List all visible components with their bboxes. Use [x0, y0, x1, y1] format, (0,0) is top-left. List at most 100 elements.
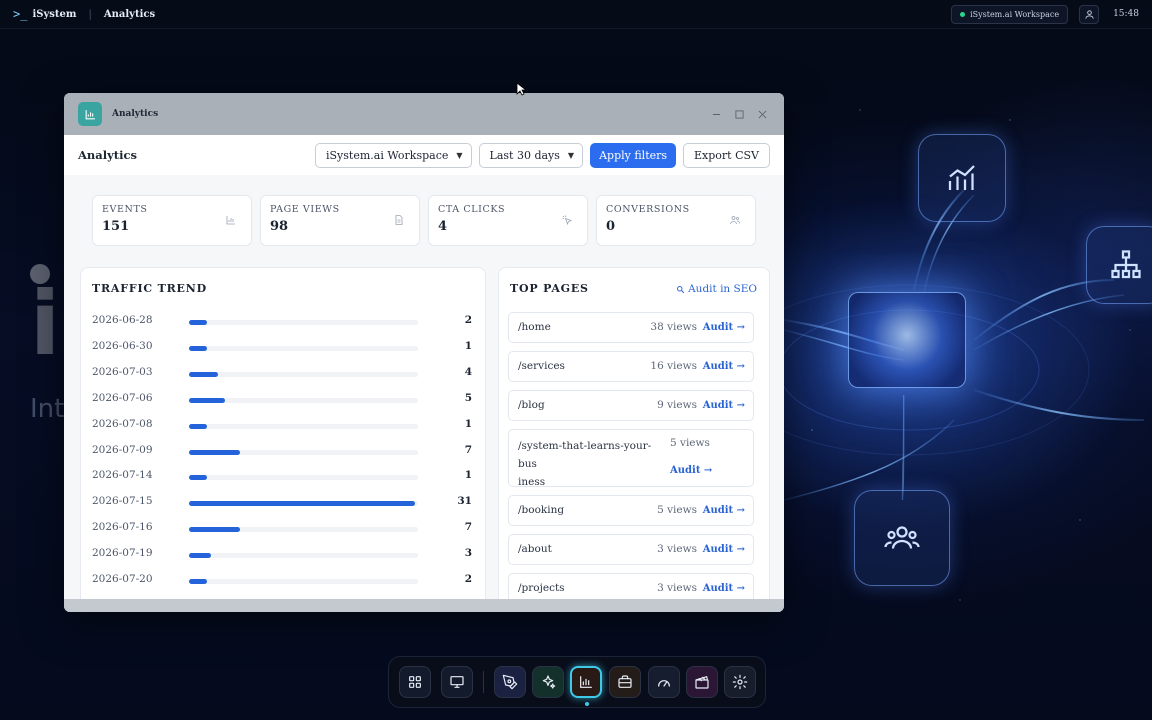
page-views: 3 views	[657, 543, 697, 555]
minimize-icon	[712, 113, 721, 115]
audit-page-link[interactable]: Audit →	[703, 322, 745, 333]
trend-bar-track	[189, 579, 418, 584]
terminal-prompt-icon: >_	[13, 7, 28, 21]
pointer-click-icon	[562, 215, 573, 226]
trend-date: 2026-07-19	[92, 547, 153, 560]
trend-date: 2026-07-16	[92, 521, 153, 534]
breadcrumb-current[interactable]: Analytics	[104, 9, 155, 20]
audit-page-link[interactable]: Audit →	[703, 505, 745, 516]
trend-value: 2	[464, 314, 472, 326]
toolbar-actions: iSystem.ai Workspace ▼ Last 30 days ▼ Ap…	[315, 142, 770, 168]
top-page-row[interactable]: /booking 5 views Audit →	[508, 495, 754, 526]
trend-value: 3	[464, 547, 472, 560]
close-icon	[758, 110, 767, 118]
trend-date: 2026-07-20	[92, 573, 153, 585]
users-icon	[730, 216, 740, 225]
audit-page-link[interactable]: Audit →	[703, 544, 745, 555]
page-path: /projects	[518, 582, 565, 594]
apply-filters-button[interactable]: Apply filters	[590, 142, 677, 168]
dock-button-pen-tool[interactable]	[494, 666, 526, 698]
audit-page-link[interactable]: Audit →	[703, 361, 745, 372]
workspace-chip[interactable]: iSystem.ai Workspace	[951, 4, 1069, 24]
date-range-select[interactable]: Last 30 days ▼	[478, 142, 584, 168]
trend-value: 1	[464, 339, 472, 352]
page-path: /system-that-learns-your-bus iness	[518, 437, 668, 491]
bar-chart-icon	[85, 109, 95, 119]
dock-button-briefcase[interactable]	[609, 666, 641, 698]
trend-bar	[189, 345, 207, 351]
window-title: Analytics	[112, 109, 159, 119]
top-page-row[interactable]: /services 16 views Audit →	[508, 351, 754, 382]
trend-bar	[189, 449, 241, 455]
brand-name[interactable]: iSystem	[32, 9, 76, 20]
trend-row: 2026-06-30 1	[92, 340, 472, 356]
mouse-cursor-icon	[516, 82, 526, 96]
top-page-row[interactable]: /system-that-learns-your-bus iness 5 views…	[508, 429, 754, 488]
audit-page-link[interactable]: Audit →	[670, 465, 712, 476]
trend-bar	[189, 475, 207, 481]
audit-in-seo-label: Audit in SEO	[688, 283, 757, 295]
maximize-button[interactable]	[728, 104, 751, 124]
trend-bar-track	[189, 475, 418, 481]
dock-button-settings-gear[interactable]	[724, 666, 756, 698]
top-page-row[interactable]: /home 38 views Audit →	[508, 312, 754, 343]
trend-row: 2026-07-16 7	[92, 521, 472, 537]
online-status-dot	[960, 11, 966, 17]
trend-bar-track	[189, 320, 418, 325]
page-views: 16 views	[650, 360, 697, 372]
trend-bar	[189, 579, 207, 584]
user-icon	[1084, 9, 1094, 19]
stat-card-events: EVENTS 151	[92, 195, 252, 246]
dock-button-analytics[interactable]	[570, 666, 602, 698]
dock-button-monitor[interactable]	[441, 666, 473, 698]
window-titlebar[interactable]: Analytics	[64, 93, 784, 135]
search-icon	[677, 285, 685, 293]
stat-card-page-views: PAGE VIEWS 98	[260, 195, 420, 246]
trend-value: 31	[457, 495, 472, 508]
audit-page-link[interactable]: Audit →	[703, 400, 745, 411]
workspace-select-value: iSystem.ai Workspace	[326, 148, 449, 162]
system-clock: 15:48	[1113, 9, 1139, 19]
maximize-icon	[735, 109, 744, 119]
stat-card-cta-clicks: CTA CLICKS 4	[428, 195, 588, 246]
trend-bar	[189, 501, 415, 507]
stat-value: 151	[102, 219, 130, 234]
export-csv-button[interactable]: Export CSV	[683, 142, 770, 168]
audit-page-link[interactable]: Audit →	[703, 583, 745, 594]
analytics-icon	[580, 676, 592, 688]
trend-value: 5	[464, 391, 472, 404]
top-page-row[interactable]: /blog 9 views Audit →	[508, 390, 754, 421]
top-page-row[interactable]: /about 3 views Audit →	[508, 534, 754, 565]
document-icon	[395, 215, 403, 225]
trend-bar	[189, 423, 207, 429]
dock-divider	[483, 671, 484, 693]
stat-label: PAGE VIEWS	[270, 204, 340, 215]
analytics-content[interactable]: EVENTS 151 PAGE VIEWS 98 CTA CLICKS 4 CONVERSI…	[64, 175, 784, 607]
dock-button-clapperboard[interactable]	[686, 666, 718, 698]
page-views: 9 views	[657, 399, 697, 411]
trend-date: 2026-07-15	[92, 495, 153, 508]
dock-button-sparkles[interactable]	[532, 666, 564, 698]
deco-chart-hexagon	[918, 134, 1006, 222]
audit-in-seo-link[interactable]: Audit in SEO	[676, 283, 757, 295]
top-pages-panel: TOP PAGES Audit in SEO /home 38 views Audi…	[498, 267, 770, 607]
dock-button-apps-grid[interactable]	[399, 666, 431, 698]
analytics-window: Analytics Analytics iSystem.ai Workspace…	[64, 93, 784, 612]
team-icon	[884, 526, 920, 549]
trend-bar	[189, 553, 211, 559]
close-button[interactable]	[751, 104, 774, 124]
user-profile-button[interactable]	[1079, 4, 1100, 24]
chart-up-icon	[948, 165, 975, 190]
trend-bar-track	[189, 371, 418, 377]
page-path-line: /system-that-learns-your-bus	[518, 440, 652, 470]
sparkles-icon	[542, 675, 556, 689]
page-path-line: iness	[518, 476, 546, 488]
trend-value: 1	[464, 417, 472, 430]
page-title: Analytics	[78, 148, 137, 162]
active-app-indicator	[585, 702, 589, 706]
trend-value: 4	[464, 365, 472, 378]
minimize-button[interactable]	[705, 104, 728, 124]
trend-row: 2026-07-09 7	[92, 444, 472, 460]
workspace-select[interactable]: iSystem.ai Workspace ▼	[315, 142, 472, 168]
dock-button-speedometer[interactable]	[648, 666, 680, 698]
